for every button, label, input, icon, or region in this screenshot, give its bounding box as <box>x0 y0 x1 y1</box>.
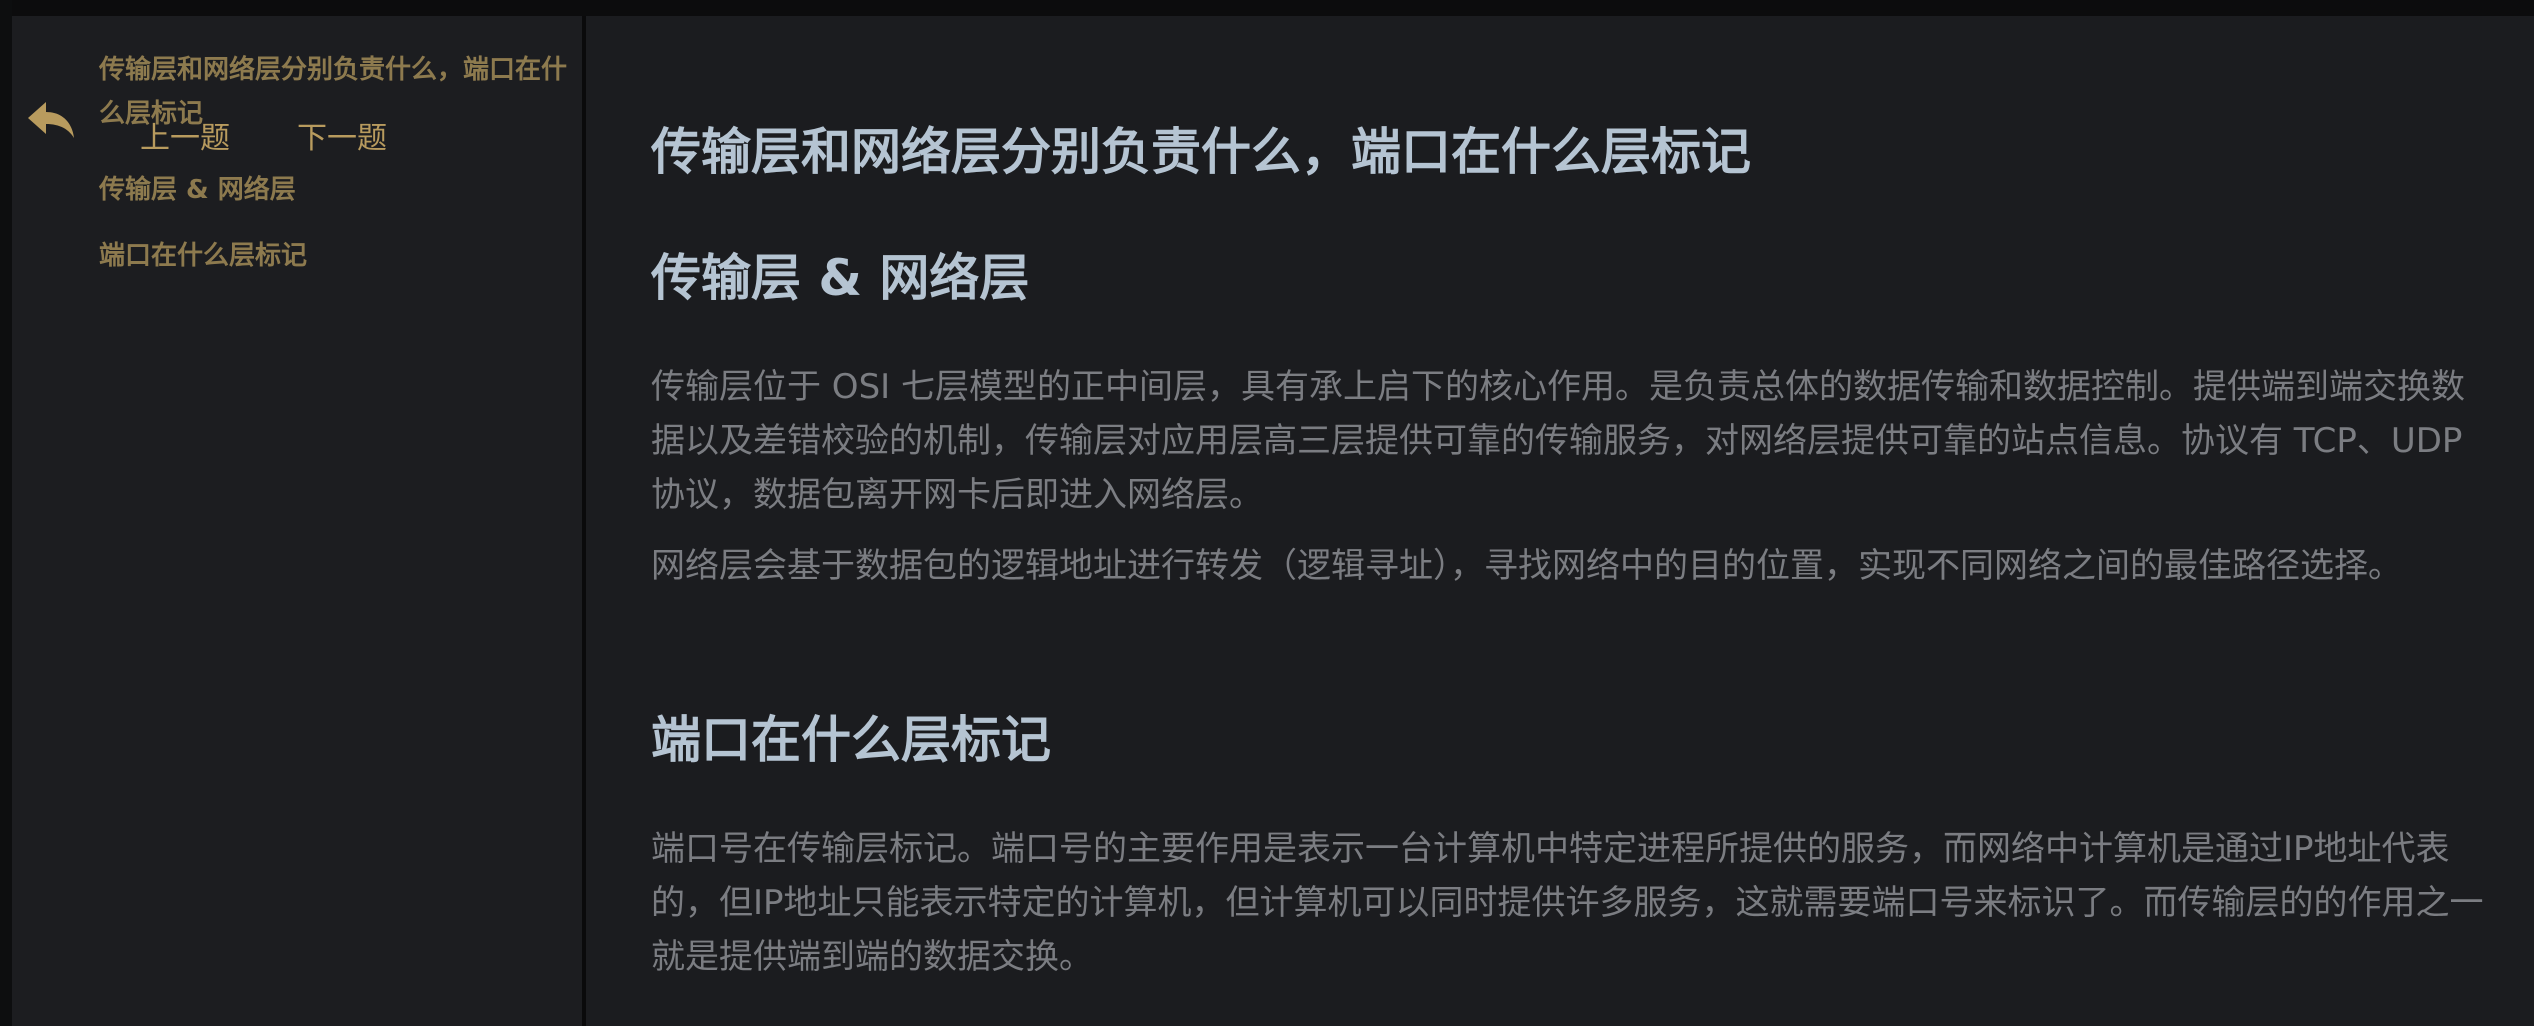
paragraph-transport-layer: 传输层位于 OSI 七层模型的正中间层，具有承上启下的核心作用。是负责总体的数据… <box>651 367 2465 515</box>
reply-arrow-icon[interactable] <box>24 96 78 144</box>
section-heading-port-layer: 端口在什么层标记 <box>651 711 1051 769</box>
paragraph-network-layer: 网络层会基于数据包的逻辑地址进行转发（逻辑寻址），寻找网络中的目的位置，实现不同… <box>651 546 2402 586</box>
toc-item-port-layer[interactable]: 端口在什么层标记 <box>99 234 307 278</box>
toc-item-transport-network[interactable]: 传输层 & 网络层 <box>99 168 296 212</box>
section-heading-transport-network: 传输层 & 网络层 <box>651 249 1030 307</box>
sidebar: 传输层和网络层分别负责什么，端口在什么层标记 传输层 & 网络层 端口在什么层标… <box>12 16 586 1026</box>
window-left-edge <box>0 0 12 1026</box>
next-question-link[interactable]: 下一题 <box>297 113 387 157</box>
article-content: 传输层和网络层分别负责什么，端口在什么层标记 传输层 & 网络层 传输层位于 O… <box>586 16 2534 1026</box>
prev-question-link[interactable]: 上一题 <box>140 113 230 157</box>
window-top-bar <box>0 0 2534 16</box>
article-title: 传输层和网络层分别负责什么，端口在什么层标记 <box>651 123 1751 181</box>
paragraph-port-layer: 端口号在传输层标记。端口号的主要作用是表示一台计算机中特定进程所提供的服务，而网… <box>651 829 2484 977</box>
